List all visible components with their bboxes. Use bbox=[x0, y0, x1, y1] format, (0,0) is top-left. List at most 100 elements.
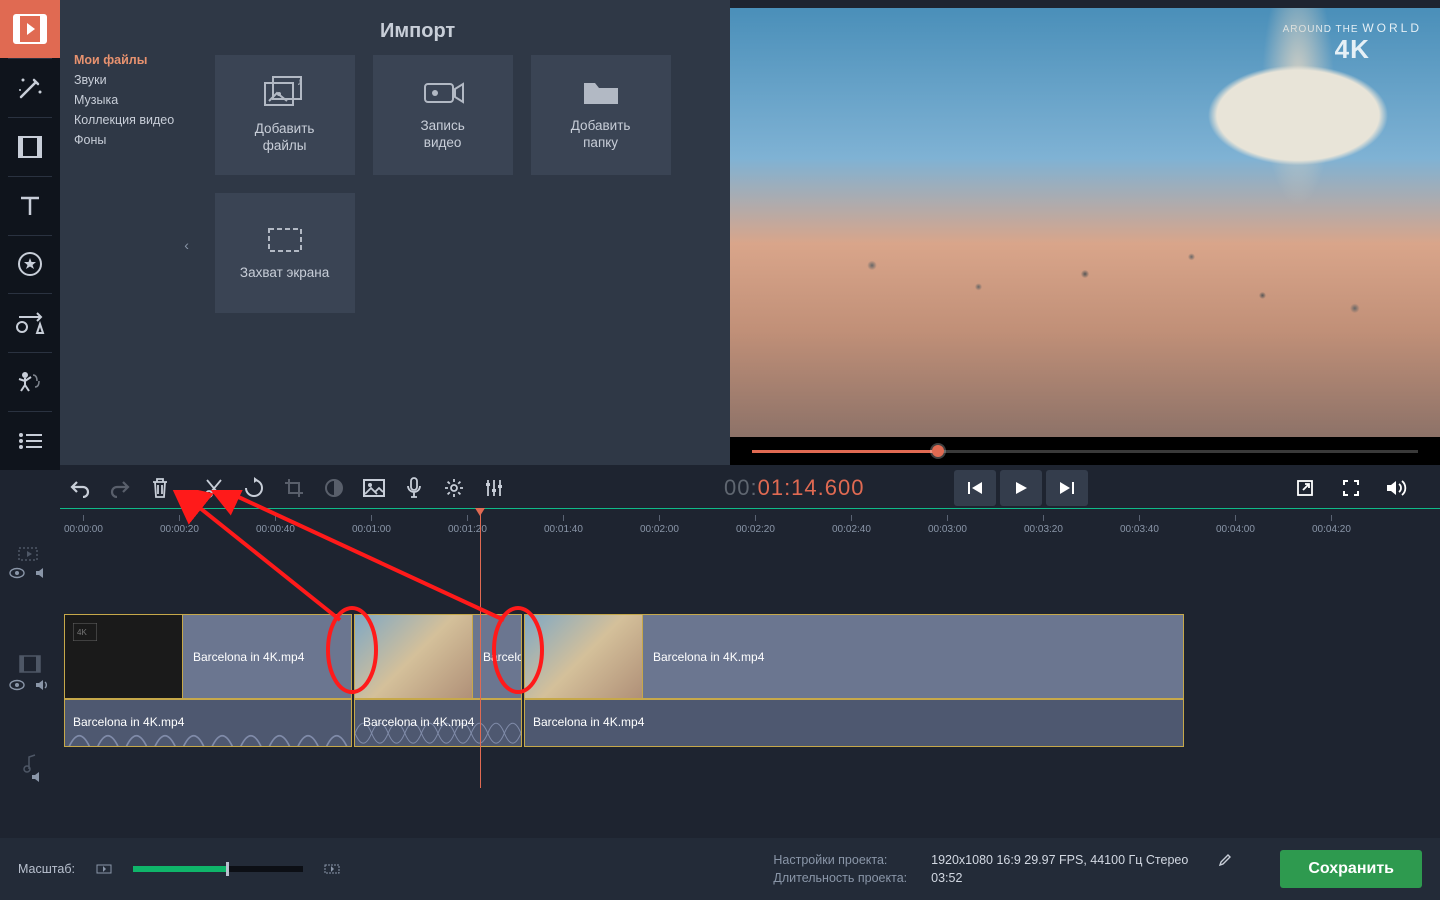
category-backgrounds[interactable]: Фоны bbox=[74, 130, 181, 150]
voiceover-button[interactable] bbox=[394, 468, 434, 508]
tile-add-folder[interactable]: Добавить папку bbox=[531, 55, 671, 175]
zoom-out-button[interactable] bbox=[93, 860, 115, 878]
nav-stickers[interactable] bbox=[0, 236, 60, 294]
svg-text:4K: 4K bbox=[77, 628, 87, 637]
transport-controls bbox=[954, 470, 1088, 506]
nav-text[interactable] bbox=[0, 177, 60, 235]
ruler-mark: 00:01:00 bbox=[352, 515, 391, 535]
mute-icon[interactable] bbox=[34, 566, 52, 580]
import-categories: Мои файлы Звуки Музыка Коллекция видео Ф… bbox=[60, 0, 195, 465]
zoom-in-button[interactable] bbox=[321, 860, 343, 878]
playhead[interactable] bbox=[480, 508, 481, 788]
ruler-mark: 00:04:00 bbox=[1216, 515, 1255, 535]
nav-magic-fx[interactable] bbox=[0, 59, 60, 117]
preview-seekbar[interactable] bbox=[730, 437, 1440, 465]
settings-button[interactable] bbox=[434, 468, 474, 508]
clip-label: Barcelona in 4K.mp4 bbox=[533, 715, 644, 729]
zoom-slider[interactable] bbox=[133, 866, 303, 872]
timeline-ruler[interactable]: 00:00:0000:00:2000:00:4000:01:0000:01:20… bbox=[60, 508, 1440, 534]
cut-button[interactable] bbox=[194, 468, 234, 508]
mute-icon[interactable] bbox=[34, 678, 52, 692]
ruler-mark: 00:00:20 bbox=[160, 515, 199, 535]
fullscreen-button[interactable] bbox=[1330, 470, 1372, 506]
image-properties-button[interactable] bbox=[354, 468, 394, 508]
undo-button[interactable] bbox=[60, 468, 100, 508]
tile-label: Захват экрана bbox=[240, 265, 329, 282]
left-sidebar bbox=[0, 0, 60, 470]
ruler-mark: 00:01:40 bbox=[544, 515, 583, 535]
footer: Масштаб: Настройки проекта: 1920x1080 16… bbox=[0, 838, 1440, 900]
zoom-label: Масштаб: bbox=[18, 862, 75, 876]
nav-more[interactable] bbox=[0, 412, 60, 470]
audio-clip[interactable]: Barcelona in 4K.mp4 bbox=[524, 699, 1184, 747]
play-button[interactable] bbox=[1000, 470, 1042, 506]
color-adjust-button[interactable] bbox=[314, 468, 354, 508]
project-settings-value: 1920x1080 16:9 29.97 FPS, 44100 Гц Стере… bbox=[931, 853, 1188, 867]
tile-add-files[interactable]: ♪ Добавить файлы bbox=[215, 55, 355, 175]
next-button[interactable] bbox=[1046, 470, 1088, 506]
clip-label: Barcelona in 4K.mp4 bbox=[73, 715, 184, 729]
track-controls-overlay bbox=[0, 562, 60, 584]
tile-screen-capture[interactable]: Захват экрана bbox=[215, 193, 355, 313]
category-video-collection[interactable]: Коллекция видео bbox=[74, 110, 181, 130]
project-duration-key: Длительность проекта: bbox=[773, 871, 907, 885]
visibility-icon[interactable] bbox=[8, 566, 26, 580]
clip-label: Barcelona in 4K.mp4 bbox=[643, 650, 764, 664]
toolbar: 00:01:14.600 bbox=[60, 468, 1440, 508]
ruler-mark: 00:00:00 bbox=[64, 515, 103, 535]
ruler-mark: 00:04:20 bbox=[1312, 515, 1351, 535]
import-panel: Импорт Мои файлы Звуки Музыка Коллекция … bbox=[60, 0, 730, 465]
clip-thumbnail bbox=[355, 615, 473, 698]
equalizer-button[interactable] bbox=[474, 468, 514, 508]
ruler-mark: 00:02:40 bbox=[832, 515, 871, 535]
delete-button[interactable] bbox=[140, 468, 180, 508]
ruler-mark: 00:03:40 bbox=[1120, 515, 1159, 535]
track-controls-music bbox=[0, 766, 60, 788]
save-button[interactable]: Сохранить bbox=[1280, 850, 1422, 888]
prev-button[interactable] bbox=[954, 470, 996, 506]
project-duration-value: 03:52 bbox=[931, 871, 1188, 885]
clip-thumbnail bbox=[525, 615, 643, 698]
crop-button[interactable] bbox=[274, 468, 314, 508]
clip-thumbnail: 4K bbox=[65, 615, 183, 698]
redo-button[interactable] bbox=[100, 468, 140, 508]
category-my-files[interactable]: Мои файлы bbox=[74, 50, 181, 70]
project-settings-key: Настройки проекта: bbox=[773, 853, 907, 867]
preview-tools bbox=[1284, 470, 1418, 506]
visibility-icon[interactable] bbox=[8, 678, 26, 692]
video-clip[interactable]: 4K Barcelona in 4K.mp4 bbox=[64, 614, 352, 699]
nav-import[interactable] bbox=[0, 0, 60, 58]
ruler-mark: 00:03:20 bbox=[1024, 515, 1063, 535]
nav-motion[interactable] bbox=[0, 353, 60, 411]
collapse-sidebar-button[interactable]: ‹ bbox=[178, 200, 196, 290]
import-tiles: ♪ Добавить файлы Запись видео Добавить п… bbox=[195, 0, 730, 465]
mute-icon[interactable] bbox=[30, 770, 48, 784]
category-sounds[interactable]: Звуки bbox=[74, 70, 181, 90]
track-controls-video bbox=[0, 674, 60, 696]
rotate-button[interactable] bbox=[234, 468, 274, 508]
timecode-display: 00:01:14.600 bbox=[724, 475, 864, 502]
svg-text:♪: ♪ bbox=[297, 77, 302, 88]
tile-label: Добавить папку bbox=[571, 118, 631, 152]
preview-canvas[interactable]: AROUND THE WORLD 4K bbox=[730, 8, 1440, 437]
timeline-tracks: 4K Barcelona in 4K.mp4 Barcelo Barcelona… bbox=[0, 534, 1440, 794]
category-music[interactable]: Музыка bbox=[74, 90, 181, 110]
video-clip[interactable]: Barcelona in 4K.mp4 bbox=[524, 614, 1184, 699]
nav-shapes[interactable] bbox=[0, 294, 60, 352]
popout-button[interactable] bbox=[1284, 470, 1326, 506]
tile-record-video[interactable]: Запись видео bbox=[373, 55, 513, 175]
tile-label: Добавить файлы bbox=[255, 121, 315, 155]
nav-filters[interactable] bbox=[0, 118, 60, 176]
panel-title: Импорт bbox=[380, 20, 455, 43]
edit-settings-button[interactable] bbox=[1218, 853, 1232, 867]
video-clip[interactable]: Barcelo bbox=[354, 614, 522, 699]
ruler-mark: 00:03:00 bbox=[928, 515, 967, 535]
project-info: Настройки проекта: 1920x1080 16:9 29.97 … bbox=[773, 853, 1232, 885]
audio-clip[interactable]: Barcelona in 4K.mp4 bbox=[64, 699, 352, 747]
ruler-mark: 00:02:00 bbox=[640, 515, 679, 535]
tile-label: Запись видео bbox=[420, 118, 464, 152]
audio-clip[interactable]: Barcelona in 4K.mp4 bbox=[354, 699, 522, 747]
clip-label: Barcelona in 4K.mp4 bbox=[363, 715, 474, 729]
preview-area: AROUND THE WORLD 4K bbox=[730, 0, 1440, 465]
volume-button[interactable] bbox=[1376, 470, 1418, 506]
